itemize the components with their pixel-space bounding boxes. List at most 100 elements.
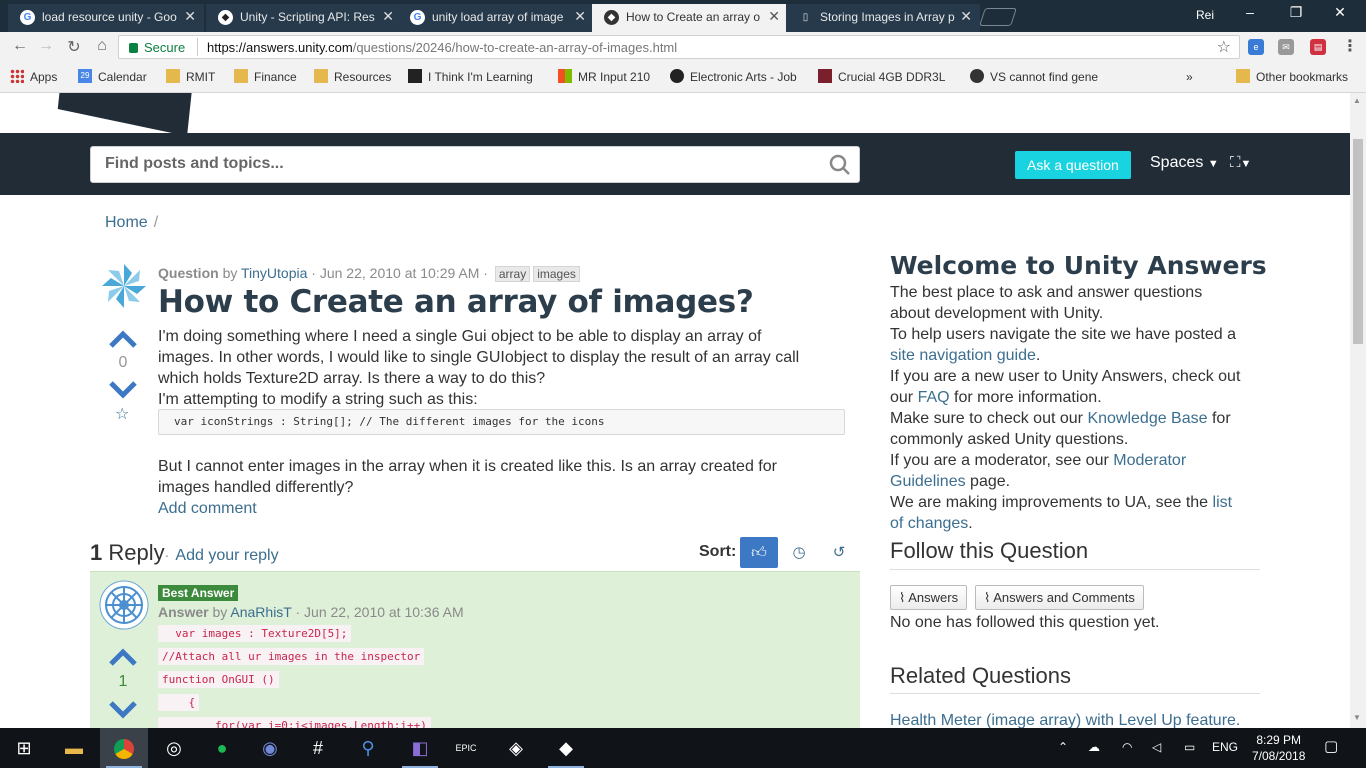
follow-question-title: Follow this Question (890, 538, 1089, 563)
maximize-icon[interactable]: ❐ (1282, 4, 1310, 21)
add-reply-link[interactable]: Add your reply (175, 547, 278, 564)
app-circle-icon[interactable]: ◎ (150, 728, 198, 768)
close-tab-icon[interactable]: ✕ (184, 8, 196, 25)
bookmark-rmit[interactable]: RMIT (166, 69, 215, 84)
scroll-up-arrow-icon[interactable]: ▲ (1353, 96, 1361, 105)
bookmark-crucial[interactable]: Crucial 4GB DDR3L (818, 69, 945, 84)
new-tab-button[interactable] (979, 8, 1017, 26)
bookmark-resources[interactable]: Resources (314, 69, 391, 84)
profile-name[interactable]: Rei (1196, 8, 1214, 22)
search-input[interactable] (91, 147, 791, 180)
breadcrumb-home[interactable]: Home (105, 214, 148, 231)
bookmark-apps[interactable]: Apps (10, 69, 57, 84)
sort-newest-button[interactable]: ◷ (780, 537, 818, 568)
sort-oldest-button[interactable]: ↺ (820, 537, 858, 568)
url-text[interactable]: https://answers.unity.com/questions/2024… (207, 40, 677, 55)
moderator-guidelines-link[interactable]: Moderator (1113, 452, 1186, 469)
ask-question-button[interactable]: Ask a question (1015, 151, 1131, 179)
close-tab-icon[interactable]: ✕ (574, 8, 586, 25)
browser-tab-1[interactable]: G load resource unity - Goo ✕ (8, 4, 204, 32)
secure-indicator[interactable]: Secure (129, 40, 185, 55)
downvote-question-icon[interactable] (108, 381, 138, 399)
add-comment-link[interactable]: Add comment (158, 498, 777, 519)
sitemap-menu[interactable]: ⛶▼ (1230, 154, 1251, 171)
scrollbar-thumb[interactable] (1353, 139, 1363, 344)
downvote-answer-icon[interactable] (108, 701, 138, 719)
bookmark-ea[interactable]: Electronic Arts - Job (670, 69, 797, 84)
language-indicator[interactable]: ENG (1212, 740, 1238, 754)
moderator-guidelines-link[interactable]: Guidelines (890, 473, 966, 490)
spaces-menu[interactable]: Spaces ▼ (1150, 154, 1219, 172)
bookmark-mr-input[interactable]: MR Input 210 (558, 69, 650, 84)
slack-icon[interactable]: # (294, 728, 342, 768)
follow-answers-button[interactable]: ⌇ Answers (890, 585, 968, 610)
chrome-menu-icon[interactable]: ⋮ (1342, 36, 1358, 56)
tag-array[interactable]: array (494, 266, 531, 282)
unity-icon[interactable]: ◆ (542, 728, 590, 768)
system-clock[interactable]: 8:29 PM 7/08/2018 (1252, 732, 1305, 764)
by-label: by (212, 604, 228, 620)
discord-icon[interactable]: ◉ (246, 728, 294, 768)
visual-studio-icon[interactable]: ◧ (396, 728, 444, 768)
address-bar[interactable]: Secure https://answers.unity.com/questio… (118, 35, 1240, 59)
wifi-icon[interactable]: ◠ (1122, 740, 1132, 754)
browser-tab-3[interactable]: G unity load array of image ✕ (398, 4, 594, 32)
onedrive-icon[interactable]: ☁ (1088, 740, 1100, 754)
page-scrollbar[interactable]: ▲ ▼ (1350, 93, 1366, 728)
browser-tab-5[interactable]: ▯ Storing Images in Array p ✕ (786, 4, 980, 32)
back-arrow-icon[interactable]: ← (10, 37, 30, 55)
search-icon[interactable] (829, 154, 851, 176)
favorite-star-icon[interactable]: ☆ (115, 404, 129, 424)
notifications-icon[interactable]: ▢ (1324, 737, 1338, 755)
bookmark-vs[interactable]: VS cannot find gene (970, 69, 1098, 84)
bookmark-calendar[interactable]: 29 Calendar (78, 69, 147, 84)
upvote-question-icon[interactable] (108, 330, 138, 348)
bookmarks-bar: Apps 29 Calendar RMIT Finance Resources … (0, 62, 1366, 93)
volume-icon[interactable]: ◁ (1152, 740, 1161, 754)
tag-images[interactable]: images (533, 266, 580, 282)
related-question-link[interactable]: Health Meter (image array) with Level Up… (890, 710, 1240, 728)
answer-author-link[interactable]: AnaRhisT (230, 604, 291, 620)
chrome-icon[interactable] (100, 728, 148, 768)
site-navigation-guide-link[interactable]: site navigation guide (890, 347, 1036, 364)
bookmark-learning[interactable]: I Think I'm Learning (408, 69, 533, 84)
battery-icon[interactable]: ▭ (1184, 740, 1195, 754)
unity-hub-icon[interactable]: ◈ (492, 728, 540, 768)
knowledge-base-link[interactable]: Knowledge Base (1087, 410, 1207, 427)
close-tab-icon[interactable]: ✕ (768, 8, 780, 25)
list-of-changes-link[interactable]: of changes (890, 515, 968, 532)
browser-tab-2[interactable]: ◆ Unity - Scripting API: Res ✕ (206, 4, 402, 32)
close-tab-icon[interactable]: ✕ (382, 8, 394, 25)
faq-link[interactable]: FAQ (918, 389, 950, 406)
close-tab-icon[interactable]: ✕ (960, 8, 972, 25)
answer-author-avatar[interactable] (99, 580, 149, 630)
window-close-icon[interactable]: ✕ (1326, 4, 1354, 21)
spotify-icon[interactable]: ● (198, 728, 246, 768)
list-of-changes-link[interactable]: list (1213, 494, 1233, 511)
forward-arrow-icon[interactable]: → (36, 37, 56, 55)
minimize-icon[interactable]: – (1236, 4, 1264, 20)
bookmarks-overflow-button[interactable]: » (1186, 70, 1193, 84)
file-explorer-icon[interactable]: ▬ (50, 728, 98, 768)
follow-answers-comments-button[interactable]: ⌇ Answers and Comments (975, 585, 1144, 610)
sort-votes-button[interactable]: 👍︎ (740, 537, 778, 568)
extension-mail-icon[interactable]: ✉ (1278, 39, 1294, 55)
home-icon[interactable]: ⌂ (92, 37, 112, 55)
bookmark-finance[interactable]: Finance (234, 69, 297, 84)
reload-icon[interactable]: ↻ (64, 37, 84, 57)
upvote-answer-icon[interactable] (108, 648, 138, 666)
windows-start-icon[interactable]: ⊞ (0, 728, 48, 768)
extension-edge-icon[interactable]: e (1248, 39, 1264, 55)
scroll-down-arrow-icon[interactable]: ▼ (1353, 713, 1361, 722)
bookmark-other[interactable]: Other bookmarks (1236, 69, 1348, 84)
search-box[interactable] (90, 146, 860, 183)
bookmark-star-icon[interactable]: ☆ (1217, 37, 1231, 57)
tray-expand-icon[interactable]: ⌃ (1058, 740, 1068, 754)
browser-tab-4-active[interactable]: ◆ How to Create an array o ✕ (592, 4, 788, 32)
document-icon: ▯ (802, 12, 809, 23)
extension-todo-icon[interactable]: ▤ (1310, 39, 1326, 55)
question-author-avatar[interactable] (99, 261, 149, 311)
maps-icon[interactable]: ⚲ (344, 728, 392, 768)
question-author-link[interactable]: TinyUtopia (241, 265, 307, 281)
epic-games-icon[interactable]: EPIC (442, 728, 490, 768)
